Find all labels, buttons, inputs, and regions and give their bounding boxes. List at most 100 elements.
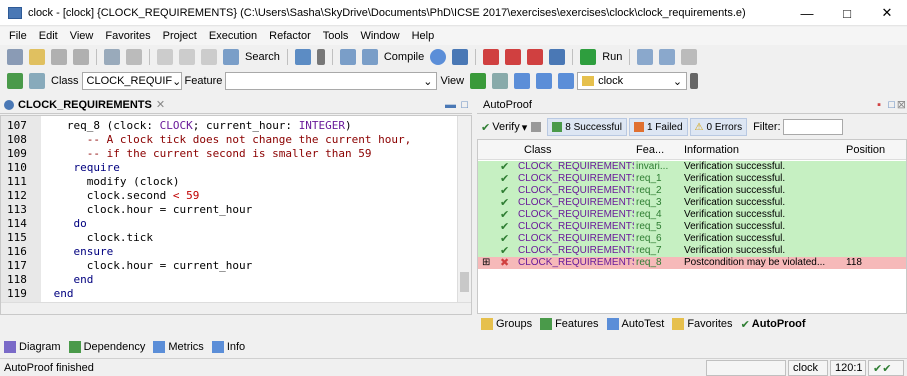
result-row[interactable]: ✔ CLOCK_REQUIREMENTS req_7 Verification suc…: [478, 245, 906, 257]
horizontal-scrollbar[interactable]: [1, 302, 471, 314]
system-icon[interactable]: [294, 49, 311, 65]
result-row[interactable]: ✔ CLOCK_REQUIREMENTS req_5 Verification suc…: [478, 221, 906, 233]
search-icon[interactable]: [223, 49, 239, 65]
run-button[interactable]: Run: [602, 51, 622, 63]
menu-help[interactable]: Help: [406, 30, 441, 42]
result-row[interactable]: ✔ CLOCK_REQUIREMENTS req_3 Verification suc…: [478, 197, 906, 209]
tab-autotest[interactable]: AutoTest: [606, 318, 664, 330]
melt-icon[interactable]: [339, 49, 356, 65]
stop-icon[interactable]: [549, 49, 566, 65]
maximize-panel-icon[interactable]: □: [461, 99, 468, 111]
minimize-button[interactable]: —: [787, 0, 827, 26]
expand-icon[interactable]: ⊞: [482, 257, 490, 269]
result-row[interactable]: ✔ CLOCK_REQUIREMENTS req_2 Verification suc…: [478, 185, 906, 197]
column-information[interactable]: Information: [684, 144, 739, 156]
result-row[interactable]: ✔ CLOCK_REQUIREMENTS req_6 Verification suc…: [478, 233, 906, 245]
step-over-icon[interactable]: [659, 49, 676, 65]
tab-diagram[interactable]: Diagram: [4, 341, 61, 353]
back-icon[interactable]: [7, 73, 23, 89]
compile-button[interactable]: Compile: [384, 51, 424, 63]
step-out-icon[interactable]: [681, 49, 698, 65]
save-all-icon[interactable]: [73, 49, 89, 65]
menu-tools[interactable]: Tools: [317, 30, 355, 42]
new-file-icon[interactable]: [7, 49, 23, 65]
column-feature[interactable]: Fea...: [636, 144, 664, 156]
menu-favorites[interactable]: Favorites: [99, 30, 156, 42]
menu-file[interactable]: File: [3, 30, 33, 42]
step-into-icon[interactable]: [637, 49, 654, 65]
run-icon[interactable]: [580, 49, 597, 65]
view-text-icon[interactable]: [470, 73, 487, 89]
menu-project[interactable]: Project: [157, 30, 203, 42]
undo-icon[interactable]: [104, 49, 120, 65]
view-contract-icon[interactable]: [514, 73, 531, 89]
breakpoint-icon[interactable]: [483, 49, 500, 65]
cut-icon[interactable]: [157, 49, 173, 65]
code-editor[interactable]: 107 req_8 (clock: CLOCK; current_hour: I…: [0, 115, 472, 315]
vertical-scrollbar[interactable]: [457, 116, 471, 302]
info-icon[interactable]: [430, 49, 447, 65]
open-file-icon[interactable]: [29, 49, 45, 65]
maximize-panel-icon[interactable]: □: [888, 99, 895, 111]
result-row[interactable]: ⊞ ✖ CLOCK_REQUIREMENTS req_8 Postcondition m…: [478, 257, 906, 269]
errors-filter-button[interactable]: ⚠ 0 Errors: [689, 118, 748, 136]
redo-icon[interactable]: [126, 49, 142, 65]
menu-execution[interactable]: Execution: [203, 30, 263, 42]
copy-icon[interactable]: [179, 49, 195, 65]
chevron-down-icon: ⌄: [172, 75, 182, 88]
view-interface-icon[interactable]: [536, 73, 553, 89]
menu-refactor[interactable]: Refactor: [263, 30, 317, 42]
failed-filter-button[interactable]: 1 Failed: [628, 118, 688, 136]
status-bar: AutoProof finished clock 120:1 ✔✔: [0, 358, 907, 376]
close-panel-icon[interactable]: ⊠: [897, 98, 906, 111]
close-tab-icon[interactable]: ✕: [156, 98, 165, 111]
menu-window[interactable]: Window: [354, 30, 405, 42]
stop-icon[interactable]: [531, 122, 542, 132]
view-flat-icon[interactable]: [492, 73, 509, 89]
forward-icon[interactable]: [29, 73, 45, 89]
compile-icon[interactable]: [361, 49, 378, 65]
dropdown-icon[interactable]: [690, 73, 699, 89]
autoproof-results-grid[interactable]: Class Fea... Information Position ✔ CLOCK…: [477, 139, 907, 314]
errors-count: 0 Errors: [706, 121, 743, 133]
scroll-thumb[interactable]: [460, 272, 469, 292]
tab-groups[interactable]: Groups: [481, 318, 532, 330]
class-combo[interactable]: CLOCK_REQUIF ⌄: [81, 72, 182, 90]
finalize-icon[interactable]: [452, 49, 469, 65]
breakpoint-disable-icon[interactable]: [505, 49, 522, 65]
editor-tab[interactable]: CLOCK_REQUIREMENTS ✕ ▬ □: [0, 96, 472, 114]
pin-icon[interactable]: ▪: [877, 99, 881, 111]
save-icon[interactable]: [51, 49, 67, 65]
dropdown-icon[interactable]: [316, 49, 325, 65]
close-button[interactable]: ✕: [867, 0, 907, 26]
breakpoint-clear-icon[interactable]: [527, 49, 544, 65]
menu-view[interactable]: View: [64, 30, 100, 42]
tab-favorites[interactable]: Favorites: [672, 318, 733, 330]
result-row[interactable]: ✔ CLOCK_REQUIREMENTS invari... Verification…: [478, 161, 906, 173]
feature-combo[interactable]: ⌄: [225, 72, 438, 90]
view-ancestors-icon[interactable]: [558, 73, 575, 89]
successful-filter-button[interactable]: 8 Successful: [547, 118, 627, 136]
code-token: clock.tick: [47, 231, 153, 244]
maximize-button[interactable]: □: [827, 0, 867, 26]
tab-info[interactable]: Info: [211, 341, 245, 353]
verify-button[interactable]: ✔ Verify ▾: [481, 121, 527, 134]
tab-metrics[interactable]: Metrics: [153, 341, 204, 353]
view-label: View: [440, 75, 465, 87]
column-position[interactable]: Position: [846, 144, 885, 156]
filter-input[interactable]: [782, 119, 843, 135]
cluster-combo-value: clock: [598, 75, 624, 87]
search-button[interactable]: Search: [245, 51, 280, 63]
result-row[interactable]: ✔ CLOCK_REQUIREMENTS req_1 Verification suc…: [478, 173, 906, 185]
groups-icon: [481, 318, 493, 330]
result-row[interactable]: ✔ CLOCK_REQUIREMENTS req_4 Verification suc…: [478, 209, 906, 221]
tab-autoproof[interactable]: ✔ AutoProof: [741, 318, 806, 331]
column-class[interactable]: Class: [524, 144, 552, 156]
tab-dependency[interactable]: Dependency: [68, 341, 145, 353]
minimize-panel-icon[interactable]: ▬: [445, 99, 456, 111]
menu-edit[interactable]: Edit: [33, 30, 64, 42]
autoproof-tab[interactable]: AutoProof ▪ □ ⊠: [477, 96, 907, 114]
paste-icon[interactable]: [201, 49, 217, 65]
cluster-combo[interactable]: clock ⌄: [577, 72, 688, 90]
tab-features[interactable]: Features: [540, 318, 599, 330]
